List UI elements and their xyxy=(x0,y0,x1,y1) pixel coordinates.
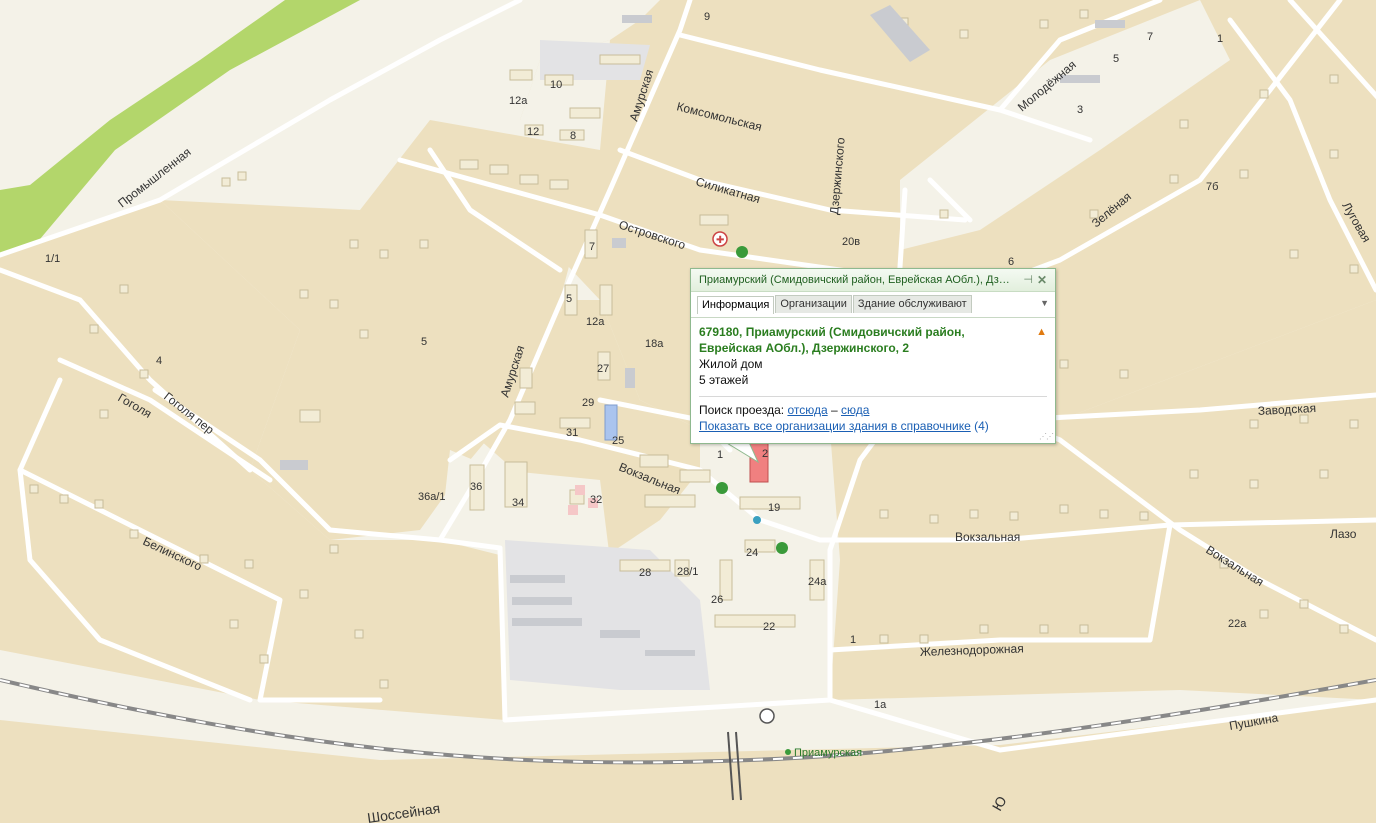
house-number: 1 xyxy=(1217,33,1223,45)
house-number: 24а xyxy=(808,576,827,588)
divider xyxy=(699,396,1047,397)
house-number: 1а xyxy=(874,699,887,711)
house-number: 31 xyxy=(566,427,578,439)
house-number: 25 xyxy=(612,435,624,447)
bus-stop-icon xyxy=(753,516,761,524)
station-label: Приамурская xyxy=(794,747,862,759)
map-canvas[interactable]: ✚ Промышленная Амурская Амурская Комсомо… xyxy=(0,0,1376,823)
house-number: 3 xyxy=(1077,104,1083,116)
route-from-link[interactable]: отсюда xyxy=(787,403,827,417)
house-number: 20в xyxy=(842,236,860,248)
house-number: 12а xyxy=(586,316,605,328)
house-number: 4 xyxy=(156,355,162,367)
house-number: 7б xyxy=(1206,181,1218,193)
house-number: 5 xyxy=(1113,53,1119,65)
street-label: Лазо xyxy=(1330,527,1357,541)
popup-header-title: Приамурский (Смидовичский район, Еврейск… xyxy=(699,274,1015,286)
pin-icon[interactable]: ⊣ xyxy=(1023,269,1033,291)
house-number: 18а xyxy=(645,338,664,350)
house-number: 7 xyxy=(589,241,595,253)
show-organizations-link[interactable]: Показать все организации здания в справо… xyxy=(699,419,971,433)
address-title: 679180, Приамурский (Смидовичский район,… xyxy=(699,325,965,355)
house-number: 6 xyxy=(1008,256,1014,268)
pharmacy-icon xyxy=(716,482,728,494)
house-number: 27 xyxy=(597,363,609,375)
house-number: 10 xyxy=(550,79,562,91)
house-number: 1 xyxy=(717,449,723,461)
street-label: Вокзальная xyxy=(955,530,1020,544)
organizations-count: (4) xyxy=(974,419,989,433)
route-to-link[interactable]: сюда xyxy=(841,403,869,417)
house-number: 19 xyxy=(768,502,780,514)
house-number: 5 xyxy=(421,336,427,348)
house-number: 5 xyxy=(566,293,572,305)
house-number: 34 xyxy=(512,497,524,509)
close-icon[interactable]: ✕ xyxy=(1037,269,1047,291)
resize-grip-icon[interactable]: ⋰⋰ xyxy=(1039,432,1054,441)
tab-information[interactable]: Информация xyxy=(697,296,775,314)
tab-building-service[interactable]: Здание обслуживают xyxy=(852,295,972,313)
house-number: 24 xyxy=(746,547,758,559)
chevron-down-icon[interactable]: ▼ xyxy=(1040,298,1049,308)
house-number: 36а/1 xyxy=(418,491,446,503)
route-dash: – xyxy=(830,403,838,417)
tab-organizations[interactable]: Организации xyxy=(775,295,852,313)
warning-icon[interactable]: ▲ xyxy=(1036,326,1047,338)
station-marker-icon xyxy=(785,749,791,755)
house-number: 28/1 xyxy=(677,566,698,578)
house-number: 28 xyxy=(639,567,651,579)
house-number: 7 xyxy=(1147,31,1153,43)
house-number: 22 xyxy=(763,621,775,633)
house-number: 36 xyxy=(470,481,482,493)
popup-body: 679180, Приамурский (Смидовичский район,… xyxy=(691,318,1055,434)
popup-header: Приамурский (Смидовичский район, Еврейск… xyxy=(691,269,1055,292)
house-number: 2 xyxy=(762,448,768,460)
pharmacy-icon xyxy=(736,246,748,258)
house-number: 9 xyxy=(704,11,710,23)
svg-text:✚: ✚ xyxy=(716,235,724,246)
house-number: 1/1 xyxy=(45,253,60,265)
house-number: 1 xyxy=(850,634,856,646)
route-search-label: Поиск проезда: xyxy=(699,403,785,417)
route-search: Поиск проезда: отсюда – сюда xyxy=(699,402,1047,418)
house-number: 12а xyxy=(509,95,528,107)
house-number: 32 xyxy=(590,494,602,506)
house-number: 22а xyxy=(1228,618,1247,630)
house-number: 8 xyxy=(570,130,576,142)
floors-count: 5 этажей xyxy=(699,373,749,387)
train-station-icon xyxy=(759,708,775,724)
orgs-line: Показать все организации здания в справо… xyxy=(699,418,1047,434)
house-number: 26 xyxy=(711,594,723,606)
shop-icon xyxy=(776,542,788,554)
house-number: 29 xyxy=(582,397,594,409)
highlighted-building[interactable] xyxy=(749,439,769,483)
house-number: 12 xyxy=(527,126,539,138)
building-type: Жилой дом xyxy=(699,357,763,371)
popup-tabs: Информация Организации Здание обслуживают … xyxy=(691,292,1055,318)
info-popup[interactable]: Приамурский (Смидовичский район, Еврейск… xyxy=(690,268,1056,444)
